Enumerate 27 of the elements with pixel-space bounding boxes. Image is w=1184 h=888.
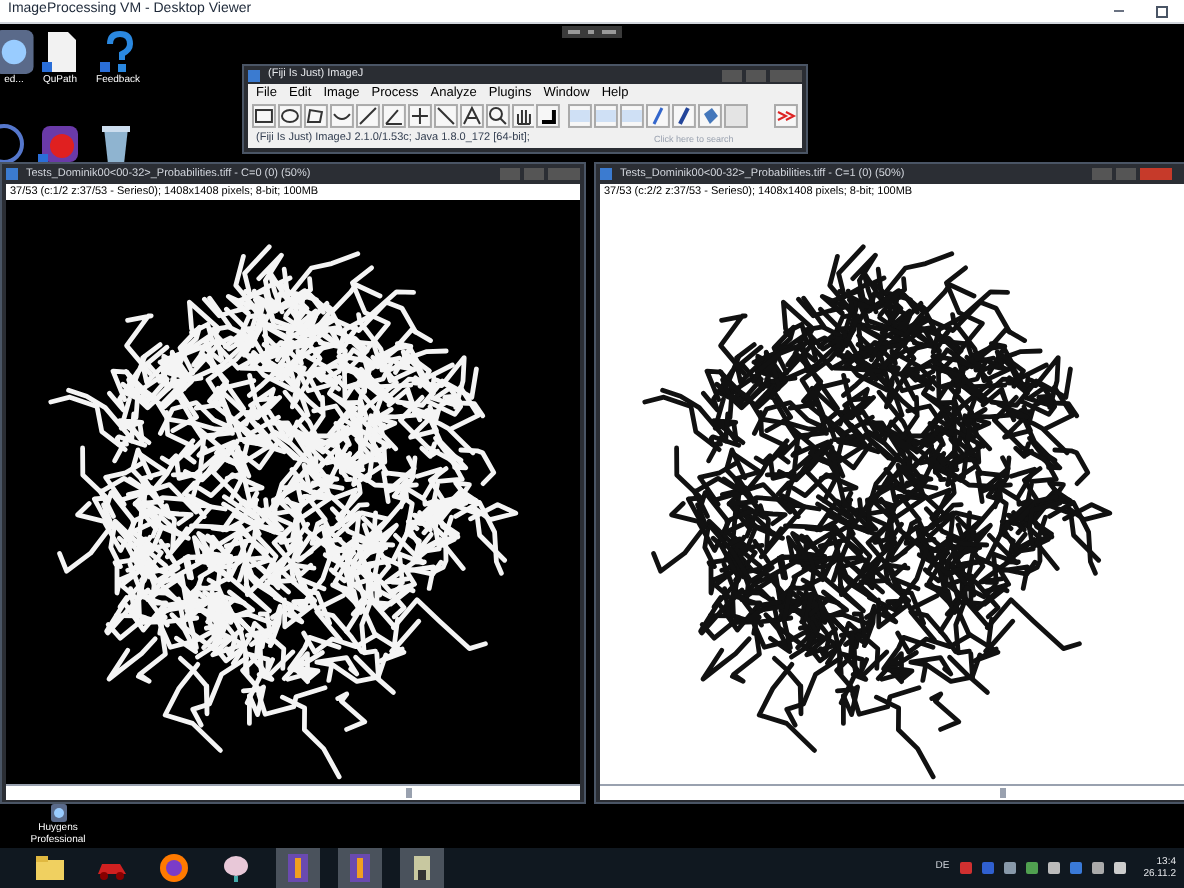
angle-tool-icon[interactable] [381,104,406,128]
line-tool-icon[interactable] [355,104,380,128]
magnifier-icon[interactable] [485,104,510,128]
connection-bar-icon [562,26,622,38]
app-icon [248,69,260,81]
scrollbar-thumb[interactable] [1000,788,1006,798]
text-tool-icon[interactable] [459,104,484,128]
polygon-tool-icon[interactable] [303,104,328,128]
slice-scrollbar[interactable] [6,784,580,800]
app-icon [38,122,82,166]
scrollbar-thumb[interactable] [406,788,412,798]
freehand-tool-icon[interactable] [329,104,354,128]
more-tools-icon[interactable] [774,104,799,128]
app-icon [49,804,67,822]
app-icon [600,168,612,180]
app-icon [6,168,18,180]
folder-icon [34,852,66,884]
slice-scrollbar[interactable] [600,784,1184,800]
oval-tool-icon[interactable] [277,104,302,128]
taskbar-button[interactable] [400,848,444,888]
point-tool-icon[interactable] [407,104,432,128]
recycle-bin-icon [98,122,134,166]
file-icon [38,30,82,74]
app-icon [0,30,36,74]
rectangle-tool-icon[interactable] [252,104,276,128]
browser-icon [158,852,190,884]
maximize-button[interactable] [1156,5,1168,17]
